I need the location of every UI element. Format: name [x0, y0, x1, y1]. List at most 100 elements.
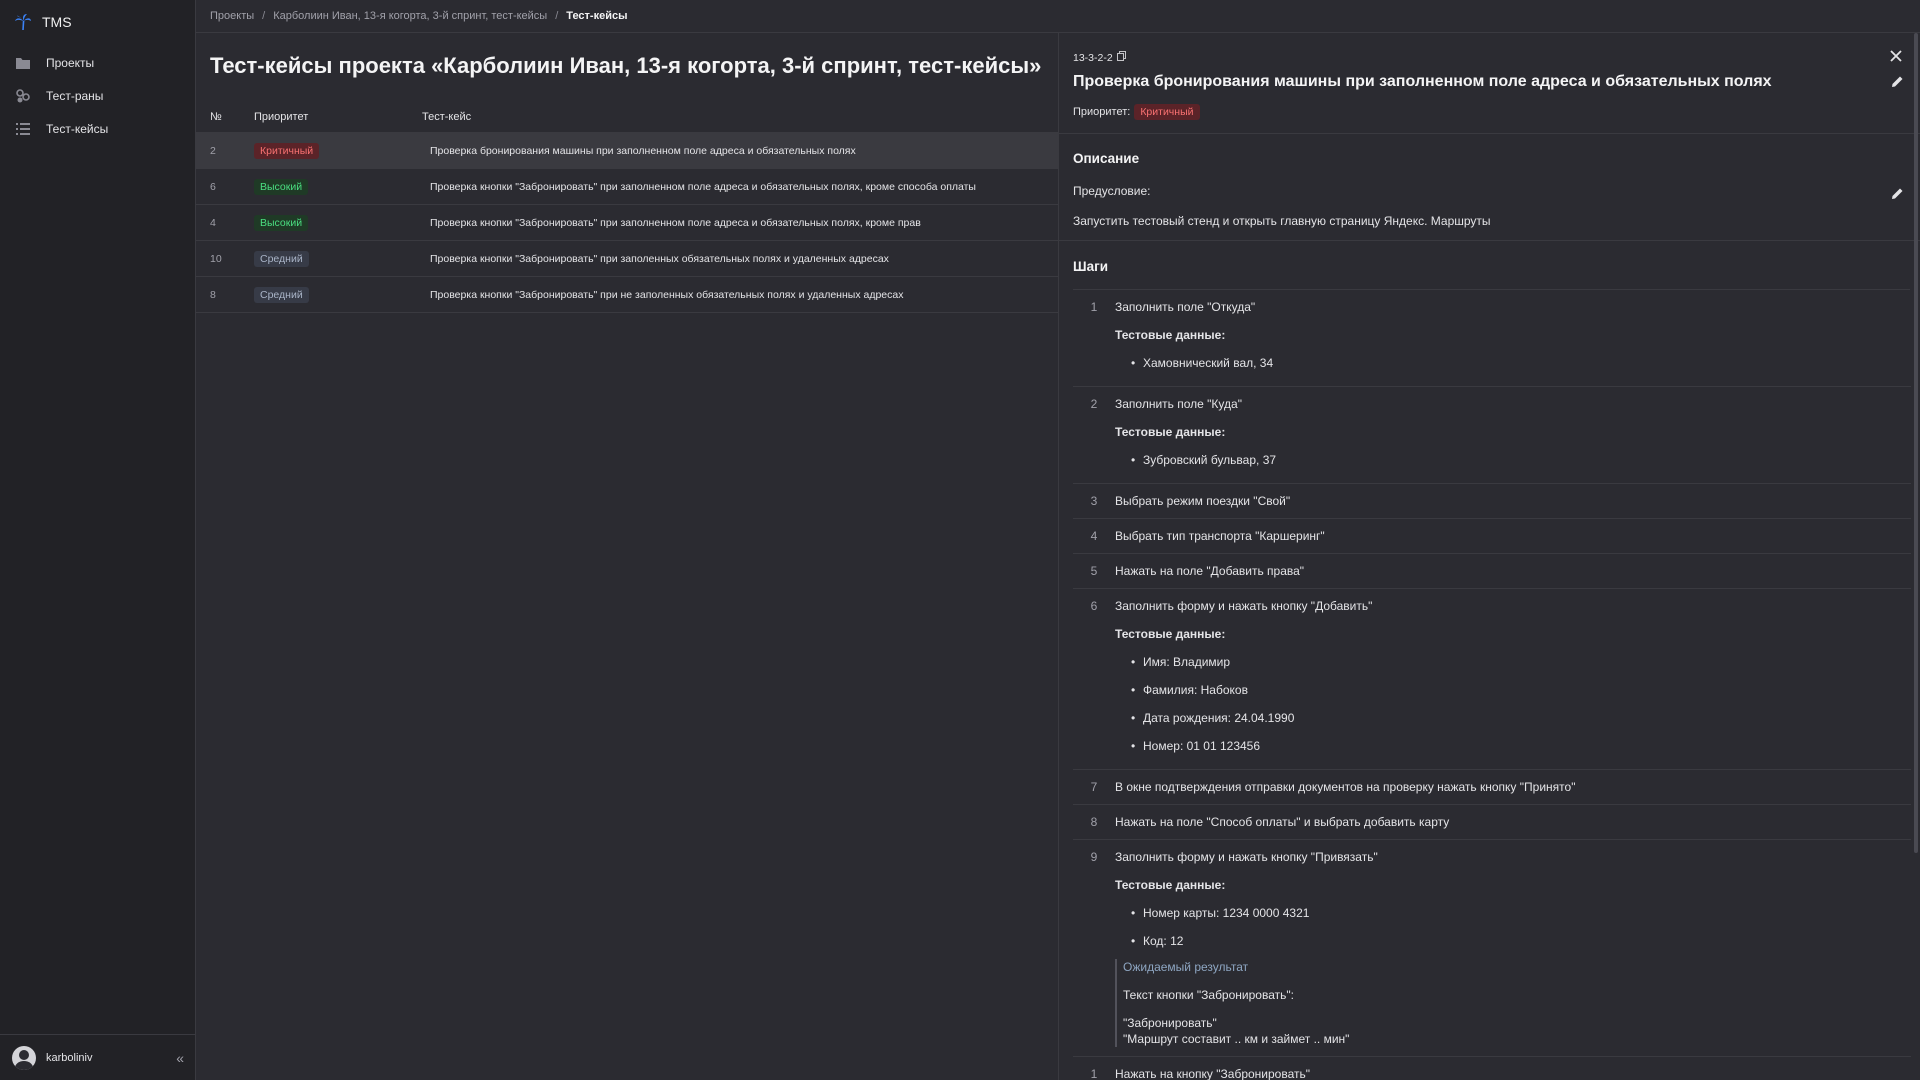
expected-result-text: Текст кнопки "Забронировать":	[1123, 988, 1294, 1002]
test-data-item: Номер: 01 01 123456	[1115, 732, 1911, 760]
app-root: TMS Проекты Тест-раны Тест-кейсы karboli…	[0, 0, 1920, 1080]
copy-icon[interactable]	[1116, 51, 1126, 64]
expected-result-label: Ожидаемый результат	[1123, 960, 1249, 974]
sidebar-item-label: Тест-раны	[46, 88, 104, 103]
step-text: Заполнить форму и нажать кнопку "Добавит…	[1115, 599, 1373, 613]
test-data-item: Дата рождения: 24.04.1990	[1115, 704, 1911, 732]
priority-badge: Высокий	[254, 178, 309, 195]
step-item: 6 Заполнить форму и нажать кнопку "Добав…	[1073, 589, 1911, 770]
test-cases-list: Тест-кейсы проекта «Карболиин Иван, 13-я…	[196, 33, 1058, 1080]
sidebar: TMS Проекты Тест-раны Тест-кейсы karboli…	[0, 0, 196, 1080]
table-row[interactable]: 6 Высокий Проверка кнопки "Забронировать…	[196, 169, 1058, 205]
sidebar-nav: Проекты Тест-раны Тест-кейсы	[0, 46, 195, 145]
column-header-test-case[interactable]: Тест-кейс	[422, 111, 1058, 123]
step-number: 4	[1090, 529, 1098, 543]
sidebar-item-test-runs[interactable]: Тест-раны	[0, 79, 195, 112]
divider	[1059, 240, 1920, 241]
sidebar-item-label: Тест-кейсы	[46, 121, 109, 136]
step-text: Нажать на поле "Добавить права"	[1115, 564, 1305, 578]
step-number: 9	[1090, 850, 1098, 864]
test-data-item: Номер карты: 1234 0000 4321	[1115, 899, 1911, 927]
step-text: Выбрать тип транспорта "Каршеринг"	[1115, 529, 1325, 543]
step-item: 1 0 Нажать на кнопку "Забронировать"	[1073, 1057, 1911, 1080]
test-data-label: Тестовые данные:	[1115, 627, 1226, 641]
row-number: 2	[210, 144, 216, 157]
test-runs-icon	[14, 87, 32, 105]
row-test-case-name: Проверка бронирования машины при заполне…	[430, 144, 856, 157]
priority-badge: Средний	[254, 286, 309, 303]
breadcrumb-separator: /	[555, 10, 559, 22]
step-item: 4 Выбрать тип транспорта "Каршеринг"	[1073, 519, 1911, 554]
divider	[1059, 133, 1920, 134]
collapse-sidebar-icon[interactable]: «	[176, 1050, 184, 1066]
row-test-case-name: Проверка кнопки "Забронировать" при не з…	[430, 288, 904, 301]
test-data-item: Хамовнический вал, 34	[1115, 349, 1911, 377]
priority-badge: Средний	[254, 250, 309, 267]
step-item: 9 Заполнить форму и нажать кнопку "Привя…	[1073, 840, 1911, 1057]
row-test-case-name: Проверка кнопки "Забронировать" при запо…	[430, 252, 889, 265]
priority-badge: Критичный	[254, 142, 320, 159]
test-data-item: Фамилия: Набоков	[1115, 676, 1911, 704]
table-row[interactable]: 8 Средний Проверка кнопки "Забронировать…	[196, 277, 1058, 313]
sidebar-item-projects[interactable]: Проекты	[0, 46, 195, 79]
brand[interactable]: TMS	[0, 0, 195, 44]
step-number: 3	[1090, 494, 1098, 508]
detail-scrollbar[interactable]	[1914, 33, 1918, 853]
step-text: В окне подтверждения отправки документов…	[1115, 780, 1576, 794]
step-number: 1	[1090, 300, 1098, 314]
description-heading: Описание	[1073, 151, 1140, 166]
list-icon	[14, 120, 32, 138]
test-case-title: Проверка бронирования машины при заполне…	[1073, 73, 1772, 90]
expected-result: Ожидаемый результат Текст кнопки "Заброн…	[1115, 959, 1911, 1047]
avatar[interactable]	[12, 1045, 36, 1070]
edit-title-icon[interactable]	[1891, 75, 1904, 91]
step-text: Выбрать режим поездки "Свой"	[1115, 494, 1291, 508]
palm-logo-icon	[14, 13, 32, 31]
test-case-id-text: 13-3-2-2	[1073, 51, 1113, 64]
test-cases-table: № Приоритет Тест-кейс 2 Критичный Провер…	[196, 101, 1058, 313]
steps-list: 1 Заполнить поле "Откуда" Тестовые данны…	[1073, 290, 1911, 1080]
step-item: 2 Заполнить поле "Куда" Тестовые данные:…	[1073, 387, 1911, 484]
test-data-item: Имя: Владимир	[1115, 648, 1911, 676]
test-data-label: Тестовые данные:	[1115, 328, 1226, 342]
step-text: Заполнить поле "Куда"	[1115, 397, 1242, 411]
row-number: 8	[210, 288, 216, 301]
sidebar-item-test-cases[interactable]: Тест-кейсы	[0, 112, 195, 145]
breadcrumb-project[interactable]: Карболиин Иван, 13-я когорта, 3-й спринт…	[273, 10, 547, 22]
column-header-number[interactable]: №	[196, 111, 254, 123]
table-row[interactable]: 4 Высокий Проверка кнопки "Забронировать…	[196, 205, 1058, 241]
priority-label: Приоритет:	[1073, 106, 1131, 118]
test-data-label: Тестовые данные:	[1115, 425, 1226, 439]
step-text: Заполнить поле "Откуда"	[1115, 300, 1256, 314]
breadcrumb-projects[interactable]: Проекты	[210, 10, 254, 22]
step-text: Заполнить форму и нажать кнопку "Привяза…	[1115, 850, 1378, 864]
app-name: TMS	[42, 14, 72, 30]
column-header-priority[interactable]: Приоритет	[254, 111, 422, 123]
table-row[interactable]: 10 Средний Проверка кнопки "Забронироват…	[196, 241, 1058, 277]
precondition-label: Предусловие:	[1073, 184, 1151, 198]
step-item: 1 Заполнить поле "Откуда" Тестовые данны…	[1073, 290, 1911, 387]
edit-description-icon[interactable]	[1891, 187, 1904, 203]
page-title: Тест-кейсы проекта «Карболиин Иван, 13-я…	[210, 53, 1042, 78]
step-number: 8	[1090, 815, 1098, 829]
folder-icon	[14, 54, 32, 72]
test-case-detail-panel: 13-3-2-2 Проверка бронирования машины пр…	[1058, 33, 1920, 1080]
username: karboliniv	[46, 1051, 93, 1064]
test-data-label: Тестовые данные:	[1115, 878, 1226, 892]
row-test-case-name: Проверка кнопки "Забронировать" при запо…	[430, 180, 976, 193]
priority-badge: Высокий	[254, 214, 309, 231]
expected-result-text: "Маршрут составит .. км и займет .. мин"	[1123, 1032, 1350, 1046]
table-row[interactable]: 2 Критичный Проверка бронирования машины…	[196, 133, 1058, 169]
breadcrumb-separator: /	[262, 10, 266, 22]
row-test-case-name: Проверка кнопки "Забронировать" при запо…	[430, 216, 921, 229]
close-icon[interactable]	[1890, 49, 1902, 66]
precondition-text: Запустить тестовый стенд и открыть главн…	[1073, 214, 1491, 228]
step-number: 5	[1090, 564, 1098, 578]
priority-badge: Критичный	[1134, 104, 1200, 120]
step-text: Нажать на кнопку "Забронировать"	[1115, 1067, 1310, 1080]
step-number: 2	[1090, 397, 1098, 411]
step-number: 7	[1090, 780, 1098, 794]
step-item: 8 Нажать на поле "Способ оплаты" и выбра…	[1073, 805, 1911, 840]
table-header: № Приоритет Тест-кейс	[196, 101, 1058, 133]
test-data-item: Код: 12	[1115, 927, 1911, 955]
